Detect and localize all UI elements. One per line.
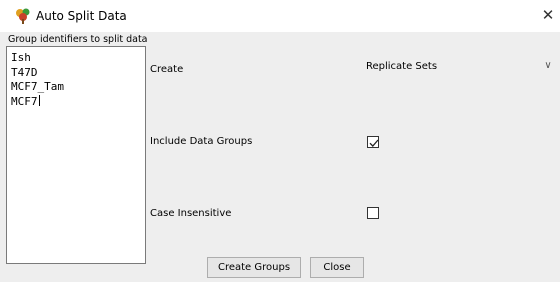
identifier-line: MCF7 [11,94,38,108]
identifier-line: T47D [11,65,38,79]
text-caret [38,94,40,106]
close-icon[interactable]: ✕ [540,7,556,23]
title-bar[interactable]: Auto Split Data ✕ [0,0,560,32]
group-identifiers-label: Group identifiers to split data [8,34,148,45]
case-insensitive-label: Case Insensitive [150,208,232,219]
create-select-value: Replicate Sets [366,61,438,72]
identifier-line-with-caret: MCF7 [11,94,141,110]
window-title: Auto Split Data [36,9,127,23]
create-select[interactable]: Replicate Sets ∨ [362,58,556,78]
case-insensitive-checkbox[interactable] [367,207,379,219]
create-groups-button[interactable]: Create Groups [207,257,301,278]
checkmark-icon [369,139,379,147]
chevron-down-icon: ∨ [544,60,552,71]
close-button[interactable]: Close [310,257,364,278]
identifier-line: MCF7_Tam [11,80,64,93]
tree-icon [15,8,31,24]
group-identifiers-textarea[interactable]: Ish T47D MCF7_Tam MCF7 [6,46,146,264]
identifier-line: Ish [11,51,31,64]
create-label: Create [150,64,184,75]
auto-split-data-dialog: Auto Split Data ✕ Group identifiers to s… [0,0,560,282]
dialog-content: Group identifiers to split data Ish T47D… [0,32,560,282]
include-data-groups-checkbox[interactable] [367,136,379,148]
include-data-groups-label: Include Data Groups [150,136,253,147]
